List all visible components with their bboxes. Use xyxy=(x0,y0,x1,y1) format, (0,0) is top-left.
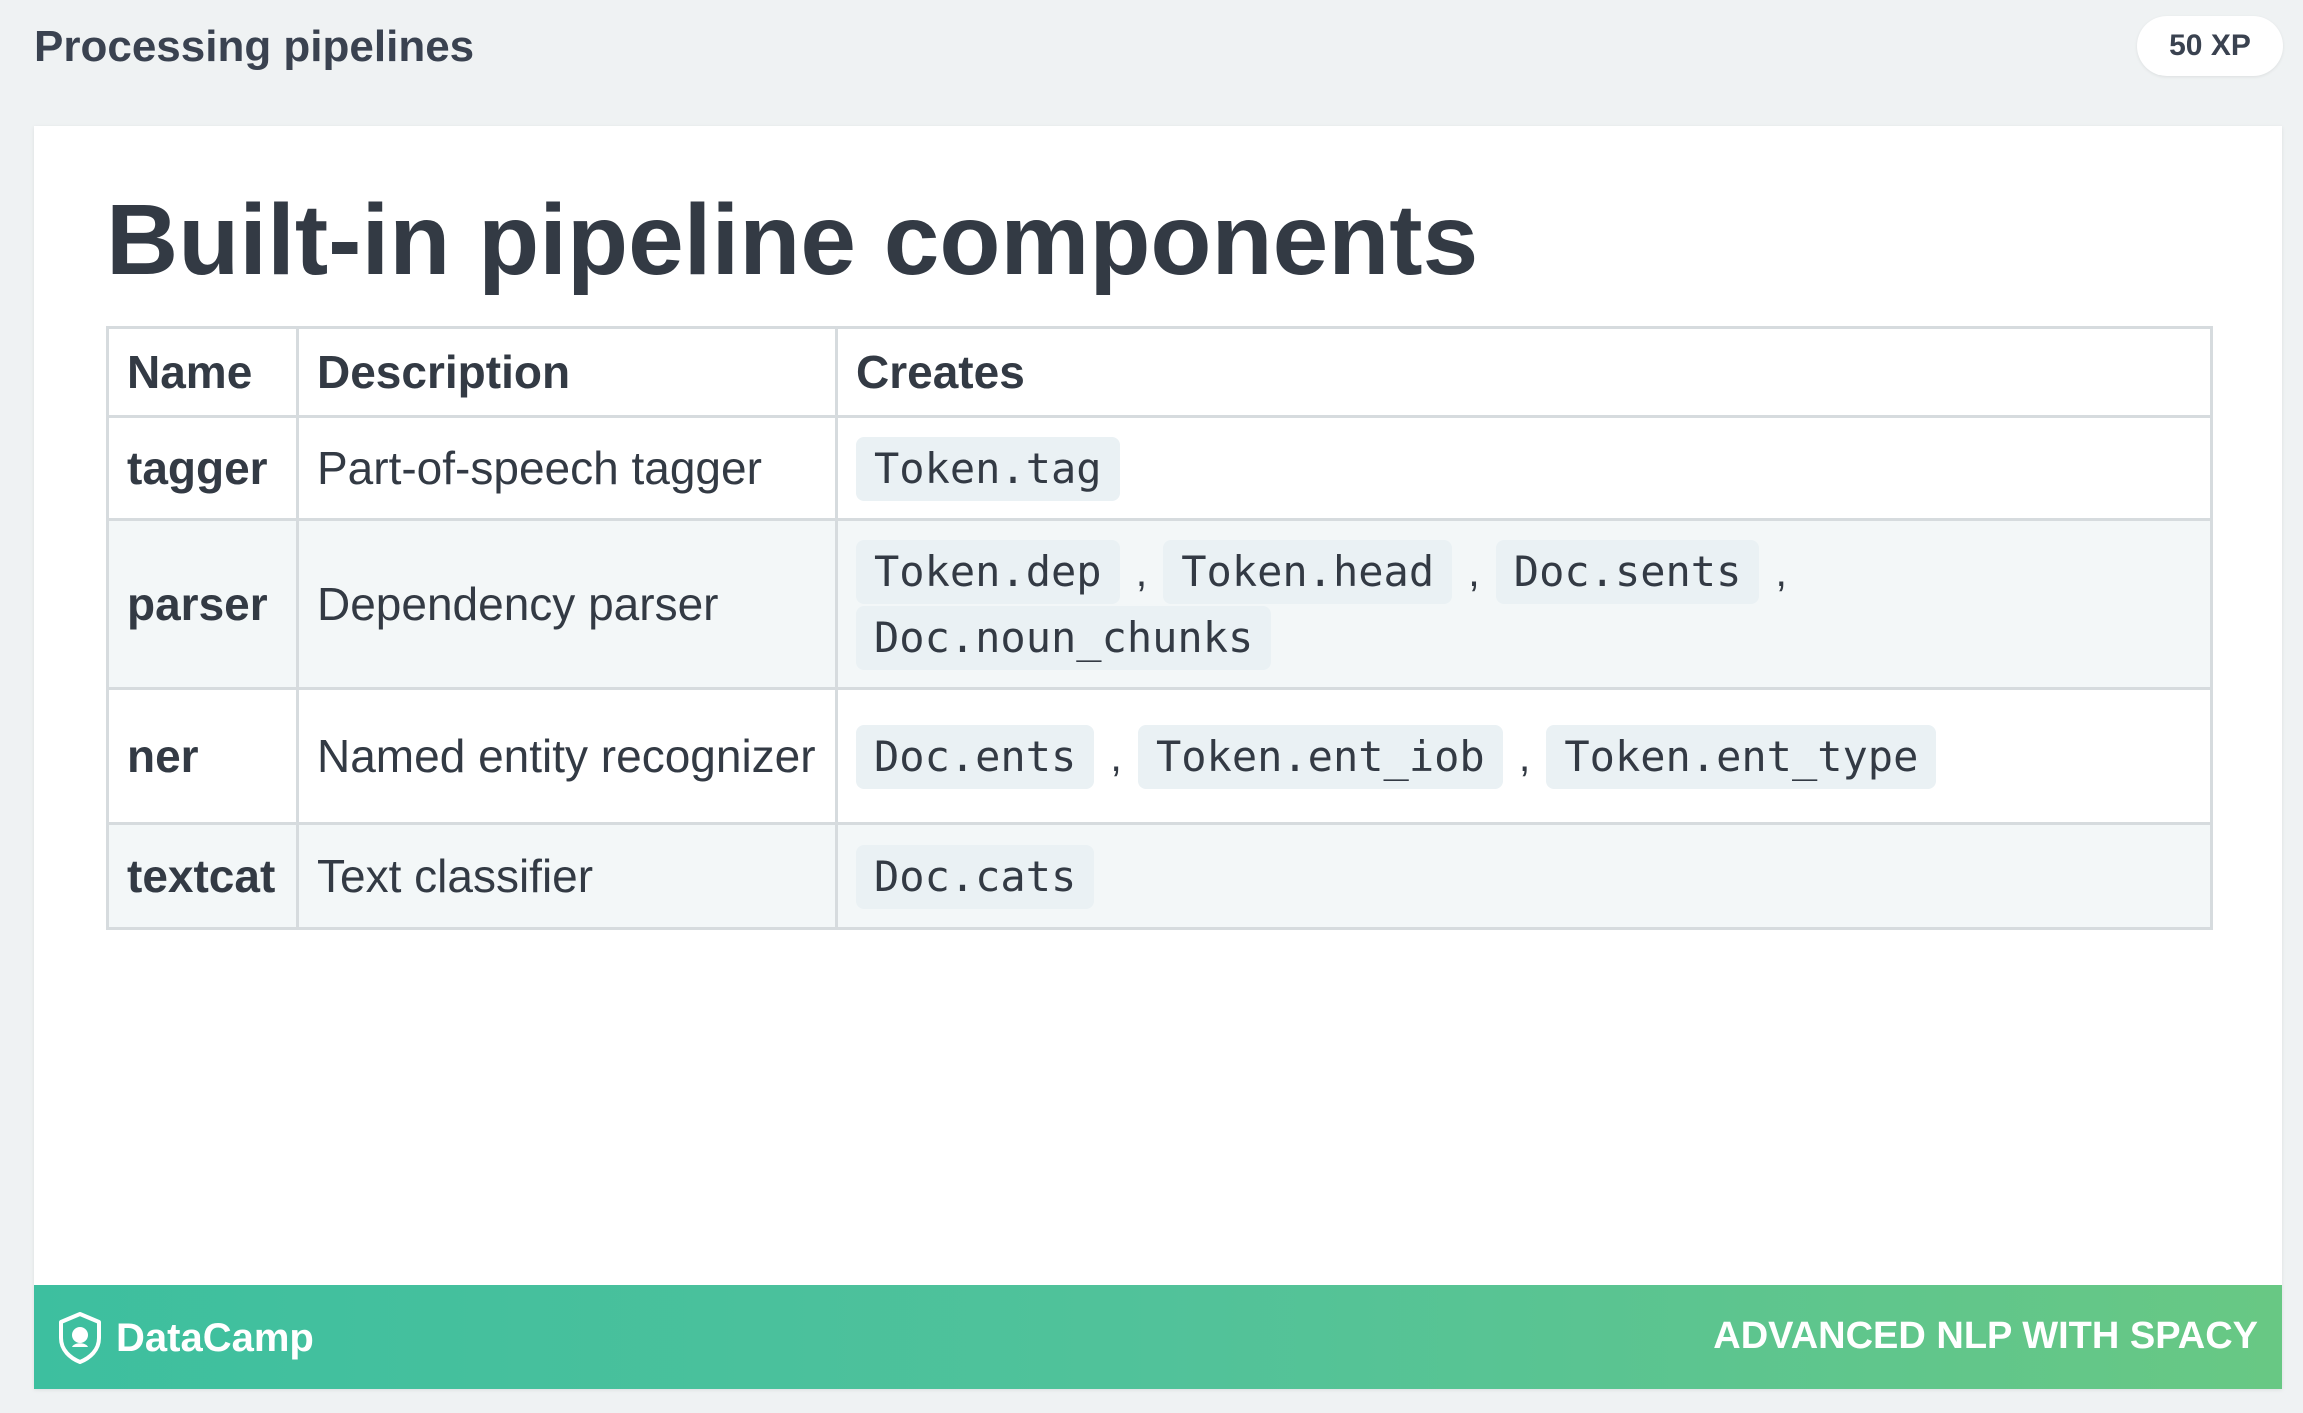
separator: , xyxy=(1468,548,1480,595)
column-header-description: Description xyxy=(296,326,838,418)
code-attribute: Token.dep xyxy=(856,540,1120,604)
code-attribute: Token.ent_type xyxy=(1546,725,1937,789)
separator: , xyxy=(1110,733,1122,780)
separator: , xyxy=(1775,548,1788,595)
code-attribute: Token.tag xyxy=(856,437,1120,501)
component-creates: Token.tag xyxy=(835,415,2213,521)
datacamp-shield-icon xyxy=(59,1312,101,1364)
slide-footer: DataCamp ADVANCED NLP WITH SPACY xyxy=(34,1285,2282,1389)
component-creates: Doc.ents, Token.ent_iob, Token.ent_type xyxy=(835,687,2213,825)
component-creates: Doc.cats xyxy=(835,822,2213,930)
component-name: tagger xyxy=(106,415,299,521)
pipeline-components-table: Name Description Creates tagger Part-of-… xyxy=(106,326,2213,930)
code-attribute: Token.head xyxy=(1163,540,1453,604)
column-header-creates: Creates xyxy=(835,326,2213,418)
brand-name: DataCamp xyxy=(116,1315,314,1360)
course-name: ADVANCED NLP WITH SPACY xyxy=(1713,1315,2258,1357)
component-name: textcat xyxy=(106,822,299,930)
page-title: Processing pipelines xyxy=(34,22,475,71)
code-attribute: Doc.noun_chunks xyxy=(856,606,1272,670)
table-row: ner Named entity recognizer Doc.ents, Tok… xyxy=(106,687,2213,825)
table-row: parser Dependency parser Token.dep, Token… xyxy=(106,518,2213,690)
component-description: Text classifier xyxy=(296,822,838,930)
code-attribute: Doc.ents xyxy=(856,725,1095,789)
xp-badge: 50 XP xyxy=(2137,16,2283,76)
component-name: ner xyxy=(106,687,299,825)
table-row: textcat Text classifier Doc.cats xyxy=(106,822,2213,930)
separator: , xyxy=(1135,548,1148,595)
separator: , xyxy=(1518,733,1531,780)
datacamp-logo: DataCamp xyxy=(56,1311,314,1365)
component-description: Part-of-speech tagger xyxy=(296,415,838,521)
table-header-row: Name Description Creates xyxy=(106,326,2213,418)
component-creates: Token.dep, Token.head, Doc.sents, Doc.noun… xyxy=(835,518,2213,690)
code-attribute: Token.ent_iob xyxy=(1137,725,1503,789)
slide-card: Built-in pipeline components Name Descri… xyxy=(34,126,2282,1389)
column-header-name: Name xyxy=(106,326,299,418)
code-attribute: Doc.sents xyxy=(1495,540,1760,604)
component-description: Named entity recognizer xyxy=(296,687,838,825)
component-description: Dependency parser xyxy=(296,518,838,690)
code-attribute: Doc.cats xyxy=(856,845,1095,909)
component-name: parser xyxy=(106,518,299,690)
table-row: tagger Part-of-speech tagger Token.tag xyxy=(106,415,2213,521)
slide-title: Built-in pipeline components xyxy=(106,184,1479,296)
